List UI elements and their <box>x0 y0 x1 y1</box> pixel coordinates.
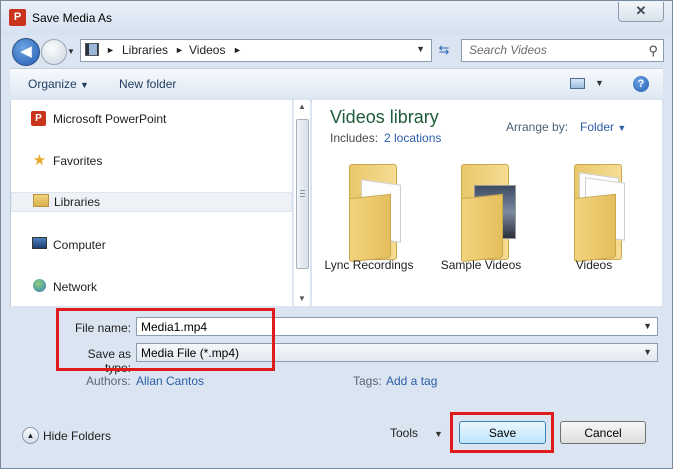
star-icon: ★ <box>32 152 47 169</box>
save-media-as-dialog: P Save Media As ✕ ◀ ▼ ► Libraries ► Vide… <box>0 0 673 469</box>
back-arrow-icon: ◀ <box>20 42 32 60</box>
change-view-icon[interactable] <box>570 78 585 89</box>
back-button[interactable]: ◀ <box>12 38 40 66</box>
scrollbar-thumb[interactable] <box>296 119 309 269</box>
save-button-highlight-box <box>450 412 554 453</box>
file-name-dropdown-icon[interactable]: ▼ <box>643 321 652 331</box>
nav-item-favorites[interactable]: ★ Favorites <box>11 151 292 171</box>
navigation-scrollbar[interactable]: ▲ ▼ <box>293 100 310 306</box>
chevron-down-icon: ▼ <box>617 123 627 133</box>
arrange-by-dropdown[interactable]: Folder ▼ <box>580 120 626 134</box>
breadcrumb-separator[interactable]: ► <box>106 45 115 55</box>
address-dropdown-icon[interactable]: ▼ <box>416 44 425 54</box>
address-bar[interactable]: ► Libraries ► Videos ► ▼ <box>80 39 432 62</box>
chevron-down-icon: ▼ <box>80 80 89 90</box>
close-button[interactable]: ✕ <box>618 2 664 22</box>
library-title: Videos library <box>330 107 439 127</box>
powerpoint-icon: P <box>9 9 26 26</box>
folder-item-videos[interactable]: Videos <box>549 160 639 272</box>
navigation-pane: P Microsoft PowerPoint ★ Favorites Libra… <box>10 100 292 306</box>
authors-value[interactable]: Allan Cantos <box>136 374 204 388</box>
add-tag-link[interactable]: Add a tag <box>386 374 437 388</box>
library-videos-icon <box>85 43 99 56</box>
nav-item-microsoft-powerpoint[interactable]: P Microsoft PowerPoint <box>11 109 292 129</box>
libraries-icon <box>32 194 49 210</box>
nav-item-computer[interactable]: Computer <box>11 235 292 255</box>
authors-label: Authors: <box>86 374 131 388</box>
scroll-down-icon[interactable]: ▼ <box>298 294 306 303</box>
search-placeholder: Search Videos <box>469 43 547 57</box>
tools-dropdown-icon[interactable]: ▼ <box>434 429 443 439</box>
computer-icon <box>31 237 48 253</box>
breadcrumb-separator[interactable]: ► <box>233 45 242 55</box>
chevron-up-icon: ▲ <box>22 427 39 444</box>
search-box[interactable]: Search Videos ⚲ <box>461 39 664 62</box>
command-bar: Organize ▼ New folder ▼ ? <box>10 68 663 101</box>
title-bar: P Save Media As ✕ <box>1 1 672 35</box>
forward-button[interactable] <box>41 39 67 65</box>
nav-item-network[interactable]: Network <box>11 277 292 297</box>
powerpoint-icon: P <box>31 111 46 126</box>
refresh-button[interactable]: ⇆ <box>433 39 455 60</box>
includes-label: Includes: <box>330 131 379 145</box>
nav-item-libraries[interactable]: Libraries <box>11 192 292 212</box>
view-options-dropdown-icon[interactable]: ▼ <box>595 78 604 88</box>
breadcrumb-libraries[interactable]: Libraries <box>122 43 168 57</box>
window-title: Save Media As <box>32 11 113 25</box>
recent-pages-dropdown-icon[interactable]: ▼ <box>67 47 75 56</box>
breadcrumb-videos[interactable]: Videos <box>189 43 225 57</box>
organize-button[interactable]: Organize ▼ <box>28 77 89 91</box>
search-icon[interactable]: ⚲ <box>648 43 658 59</box>
help-icon[interactable]: ? <box>633 76 649 92</box>
save-as-type-dropdown-icon[interactable]: ▼ <box>643 347 652 357</box>
arrange-by-label: Arrange by: <box>506 120 569 134</box>
file-list-pane: Videos library Includes: 2 locations Arr… <box>312 100 662 306</box>
close-icon: ✕ <box>635 3 647 18</box>
refresh-icon: ⇆ <box>438 42 450 57</box>
breadcrumb-separator[interactable]: ► <box>175 45 184 55</box>
network-icon <box>31 279 48 295</box>
folder-item-lync-recordings[interactable]: Lync Recordings <box>324 160 414 272</box>
file-fields-highlight-box <box>56 308 275 371</box>
cancel-button[interactable]: Cancel <box>560 421 646 444</box>
new-folder-button[interactable]: New folder <box>119 77 176 91</box>
tools-button[interactable]: Tools <box>390 426 418 440</box>
scroll-up-icon[interactable]: ▲ <box>298 102 306 111</box>
includes-locations-link[interactable]: 2 locations <box>384 131 441 145</box>
folder-item-sample-videos[interactable]: Sample Videos <box>436 160 526 272</box>
tags-label: Tags: <box>353 374 382 388</box>
